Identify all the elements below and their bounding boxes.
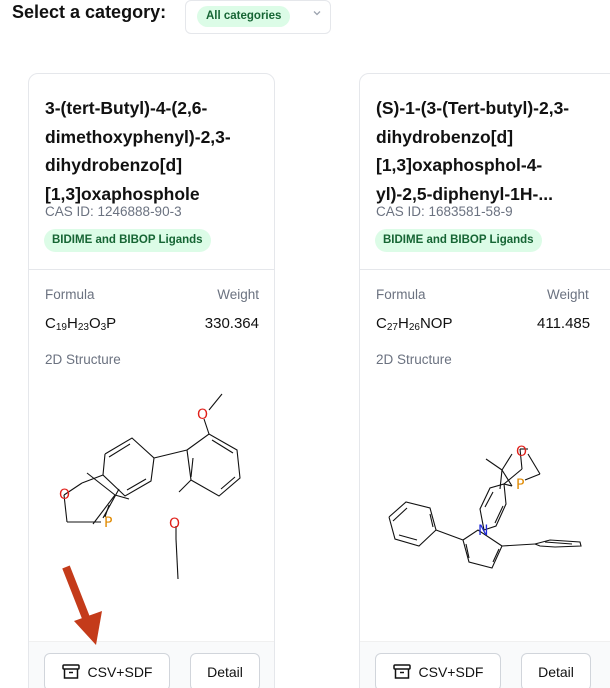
chevron-down-icon <box>313 11 321 16</box>
category-filter-bar: Select a category: <box>12 0 166 34</box>
formula-value: C27H26NOP <box>376 315 453 333</box>
weight-value: 330.364 <box>204 315 259 332</box>
atom-label: O <box>59 487 70 503</box>
csv-sdf-download-button[interactable]: CSV+SDF <box>375 653 501 688</box>
structure-label: 2D Structure <box>376 352 452 367</box>
atom-label: O <box>169 516 180 532</box>
cas-id: CAS ID: 1683581-58-9 <box>376 204 513 219</box>
atom-label: O <box>516 444 527 460</box>
detail-button[interactable]: Detail <box>190 653 260 688</box>
weight-label: Weight <box>217 287 259 302</box>
compound-card: (S)-1-(3-(Tert-butyl)-2,3- dihydrobenzo[… <box>359 73 610 688</box>
category-select[interactable]: All categories <box>185 0 331 34</box>
csv-sdf-download-button[interactable]: CSV+SDF <box>44 653 170 688</box>
weight-label: Weight <box>547 287 589 302</box>
detail-button[interactable]: Detail <box>521 653 591 688</box>
category-badge: BIDIME and BIBOP Ligands <box>375 229 542 252</box>
formula-label: Formula <box>376 287 426 302</box>
atom-label: O <box>197 407 208 423</box>
annotation-arrow-icon <box>62 565 102 645</box>
structure-label: 2D Structure <box>45 352 121 367</box>
atom-label: P <box>516 477 524 493</box>
compound-title[interactable]: 3-(tert-Butyl)-4-(2,6- dimethoxyphenyl)-… <box>45 94 270 208</box>
archive-icon <box>392 664 411 679</box>
divider <box>29 269 274 270</box>
category-select-value: All categories <box>197 6 291 27</box>
atom-label: N <box>478 523 488 539</box>
csv-sdf-label: CSV+SDF <box>87 664 153 680</box>
category-badge: BIDIME and BIBOP Ligands <box>44 229 211 252</box>
formula-label: Formula <box>45 287 95 302</box>
weight-value: 411.485 <box>537 315 591 332</box>
atom-label: P <box>104 515 112 531</box>
formula-value: C19H23O3P <box>45 315 117 333</box>
archive-icon <box>61 664 80 679</box>
category-filter-label: Select a category: <box>12 2 167 22</box>
compound-title[interactable]: (S)-1-(3-(Tert-butyl)-2,3- dihydrobenzo[… <box>376 94 601 208</box>
structure-image: O P N <box>388 444 582 569</box>
divider <box>360 269 610 270</box>
cas-id: CAS ID: 1246888-90-3 <box>45 204 182 219</box>
csv-sdf-label: CSV+SDF <box>418 664 484 680</box>
